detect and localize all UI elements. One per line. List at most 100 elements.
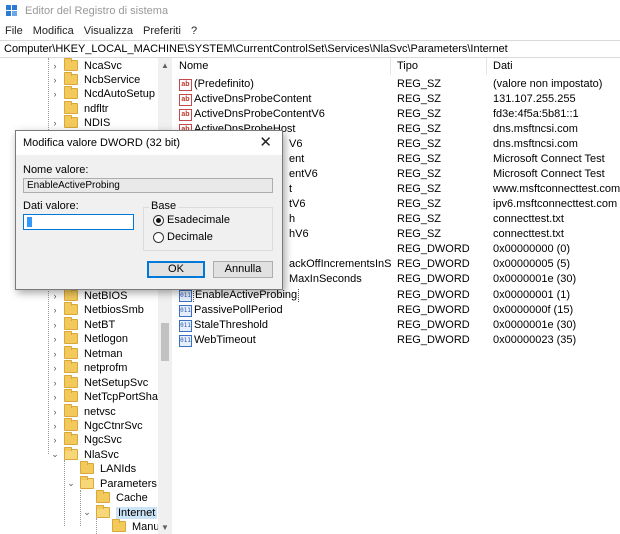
tree-item-netvsc[interactable]: › netvsc <box>50 404 116 419</box>
value-name-field: EnableActiveProbing <box>23 178 273 193</box>
tree-item-label: NetBT <box>84 318 116 331</box>
tree-item-label: netvsc <box>84 405 116 418</box>
cancel-button[interactable]: Annulla <box>213 261 273 278</box>
value-row[interactable]: 011 EnableActiveProbing REG_DWORD 0x0000000… <box>173 288 620 303</box>
value-type: REG_SZ <box>397 183 442 195</box>
radio-selected-icon[interactable] <box>153 214 164 226</box>
folder-icon <box>96 490 110 503</box>
value-data: 0x0000000f (15) <box>493 304 574 316</box>
menu-help[interactable]: ? <box>191 25 197 37</box>
value-data: 131.107.255.255 <box>493 93 576 105</box>
radio-unselected-icon[interactable] <box>153 231 164 243</box>
chevron-right-icon[interactable]: › <box>50 86 60 101</box>
tree-item-ngcctnrsvc[interactable]: › NgcCtnrSvc <box>50 418 143 433</box>
tree-item-ncasvc[interactable]: › NcaSvc <box>50 58 122 73</box>
tree-item-netbt[interactable]: › NetBT <box>50 317 115 332</box>
value-row[interactable]: 011 PassivePollPeriod REG_DWORD 0x0000000f … <box>173 303 620 318</box>
chevron-right-icon[interactable]: › <box>50 418 60 433</box>
tree-item-ngcsvc[interactable]: › NgcSvc <box>50 432 122 447</box>
value-name: StaleThreshold <box>194 319 268 331</box>
value-row[interactable]: 011 WebTimeout REG_DWORD 0x00000023 (35) <box>173 333 620 348</box>
tree-item-netman[interactable]: › Netman <box>50 346 123 361</box>
edit-dword-dialog: Modifica valore DWORD (32 bit) ✕ Nome va… <box>15 130 283 290</box>
chevron-right-icon[interactable]: › <box>50 360 60 375</box>
tree-item-netprofm[interactable]: › netprofm <box>50 360 127 375</box>
chevron-right-icon[interactable]: › <box>50 317 60 332</box>
radio-decimal[interactable]: Decimale <box>153 231 213 243</box>
value-name: (Predefinito) <box>194 78 254 90</box>
chevron-down-icon[interactable]: ⌄ <box>82 505 92 520</box>
string-value-icon: ab <box>179 93 192 106</box>
close-icon[interactable]: ✕ <box>259 134 272 152</box>
value-data-label: Dati valore: <box>23 200 79 212</box>
dialog-title-bar[interactable]: Modifica valore DWORD (32 bit) ✕ <box>16 131 282 155</box>
radio-hexadecimal[interactable]: Esadecimale <box>153 214 230 226</box>
tree-item-nlasvc[interactable]: ⌄ NlaSvc <box>50 447 119 462</box>
menu-modifica[interactable]: Modifica <box>33 25 74 37</box>
tree-item-parameters[interactable]: ⌄ Parameters <box>66 476 157 491</box>
chevron-right-icon[interactable]: › <box>50 432 60 447</box>
tree-item-ndfltr[interactable]: ndfltr <box>50 101 108 116</box>
chevron-down-icon[interactable]: ⌄ <box>66 476 76 491</box>
value-name: entV6 <box>289 168 318 180</box>
value-row[interactable]: ab ActiveDnsProbeContent REG_SZ 131.107.255… <box>173 92 620 107</box>
address-bar[interactable]: Computer\HKEY_LOCAL_MACHINE\SYSTEM\Curre… <box>0 40 620 58</box>
menu-visualizza[interactable]: Visualizza <box>84 25 133 37</box>
value-type: REG_SZ <box>397 213 442 225</box>
chevron-right-icon[interactable]: › <box>50 346 60 361</box>
binary-value-icon: 011 <box>179 334 192 347</box>
scroll-up-icon[interactable]: ▲ <box>158 58 172 72</box>
value-name: ent <box>289 153 305 165</box>
ok-button[interactable]: OK <box>147 261 205 278</box>
address-path[interactable]: Computer\HKEY_LOCAL_MACHINE\SYSTEM\Curre… <box>4 43 508 55</box>
tree-item-nettcpportsharing[interactable]: › NetTcpPortSharing <box>50 389 171 404</box>
chevron-right-icon[interactable]: › <box>50 288 60 303</box>
tree-item-label: NetbiosSmb <box>84 303 144 316</box>
string-value-icon: ab <box>179 108 192 121</box>
value-name: MaxInSeconds <box>289 273 362 285</box>
menu-file[interactable]: File <box>5 25 23 37</box>
scroll-down-icon[interactable]: ▼ <box>158 520 172 534</box>
tree-item-cache[interactable]: Cache <box>82 490 148 505</box>
chevron-right-icon[interactable]: › <box>50 58 60 73</box>
tree-item-label: Netman <box>84 347 123 360</box>
value-row[interactable]: 011 StaleThreshold REG_DWORD 0x0000001e (30… <box>173 318 620 333</box>
tree-item-netlogon[interactable]: › Netlogon <box>50 331 128 346</box>
value-data: 0x0000001e (30) <box>493 273 577 285</box>
chevron-right-icon[interactable]: › <box>50 302 60 317</box>
folder-icon <box>64 72 78 85</box>
value-name: hV6 <box>289 228 309 240</box>
folder-icon <box>64 404 78 417</box>
tree-item-lanids[interactable]: LANIds <box>66 461 136 476</box>
column-header-data[interactable]: Dati <box>487 58 620 75</box>
tree-item-ndis[interactable]: › NDIS <box>50 115 110 130</box>
tree-item-netsetupsvc[interactable]: › NetSetupSvc <box>50 375 148 390</box>
chevron-right-icon[interactable]: › <box>50 389 60 404</box>
window-title: Editor del Registro di sistema <box>25 5 169 17</box>
tree-item-netbios[interactable]: › NetBIOS <box>50 288 127 303</box>
scrollbar-thumb[interactable] <box>161 323 169 361</box>
chevron-right-icon[interactable]: › <box>50 72 60 87</box>
text-selection <box>27 217 32 228</box>
tree-item-ncbservice[interactable]: › NcbService <box>50 72 140 87</box>
chevron-right-icon[interactable]: › <box>50 375 60 390</box>
menu-preferiti[interactable]: Preferiti <box>143 25 181 37</box>
tree-item-ncdautosetup[interactable]: › NcdAutoSetup <box>50 86 155 101</box>
tree-item-label: NetSetupSvc <box>84 376 149 389</box>
value-data-input[interactable]: 1 <box>23 214 134 230</box>
tree-item-label: NcdAutoSetup <box>84 87 155 100</box>
folder-open-icon <box>64 447 78 460</box>
chevron-down-icon[interactable]: ⌄ <box>50 447 60 462</box>
tree-item-netbiossmb[interactable]: › NetbiosSmb <box>50 302 144 317</box>
chevron-right-icon[interactable]: › <box>50 331 60 346</box>
column-header-name[interactable]: Nome <box>173 58 391 75</box>
chevron-right-icon[interactable]: › <box>50 115 60 130</box>
chevron-right-icon[interactable]: › <box>50 404 60 419</box>
value-row[interactable]: ab (Predefinito) REG_SZ (valore non imposta… <box>173 77 620 92</box>
value-type: REG_DWORD <box>397 304 470 316</box>
value-name: EnableActiveProbing <box>192 288 300 303</box>
tree-item-internet[interactable]: ⌄ Internet <box>82 505 158 520</box>
column-header-type[interactable]: Tipo <box>391 58 487 75</box>
value-row[interactable]: ab ActiveDnsProbeContentV6 REG_SZ fd3e:4f5a… <box>173 107 620 122</box>
folder-icon <box>64 432 78 445</box>
